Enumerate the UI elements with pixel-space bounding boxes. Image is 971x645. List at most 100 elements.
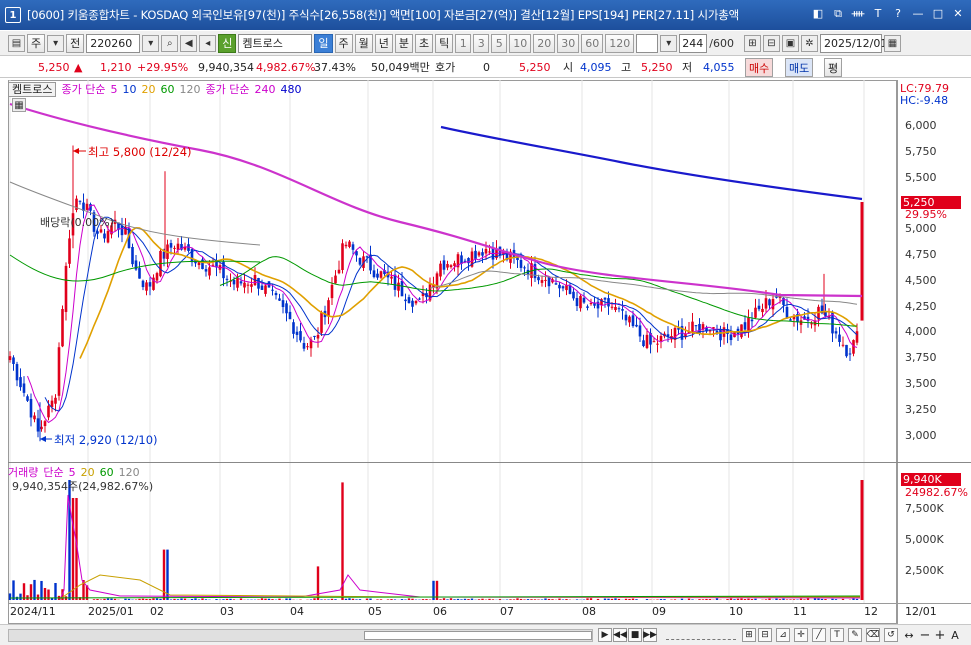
volume-bar xyxy=(481,598,484,600)
zoom-in-button[interactable]: + xyxy=(933,628,947,643)
candle-body xyxy=(624,314,628,321)
date-tick: 04 xyxy=(290,605,304,618)
volume-bar xyxy=(288,598,292,600)
candle-body xyxy=(785,307,789,318)
candle-body xyxy=(12,357,15,364)
zoom-out-button[interactable]: − xyxy=(918,628,932,643)
candle-body xyxy=(645,334,649,349)
volume-bar xyxy=(239,598,243,600)
candle-body xyxy=(22,383,26,393)
volume-bar xyxy=(635,599,638,600)
price-tick: 6,000 xyxy=(905,119,937,132)
volume-bar xyxy=(523,599,526,600)
candle-body xyxy=(348,241,351,247)
volume-bar xyxy=(278,598,281,600)
volume-last-pct: 24982.67% xyxy=(905,486,968,499)
jump-start-icon[interactable]: ◀◀ xyxy=(613,628,627,642)
reset-icon[interactable]: ↺ xyxy=(884,628,898,642)
zoom-fit-icon[interactable]: ⊞ xyxy=(742,628,756,642)
erase-tool-icon[interactable]: ⌫ xyxy=(866,628,880,642)
candle-body xyxy=(390,276,393,279)
volume-bar xyxy=(390,599,393,600)
volume-bar xyxy=(530,599,533,600)
volume-bar xyxy=(708,599,712,600)
candle-body xyxy=(85,203,89,210)
scroll-thumb[interactable] xyxy=(364,631,592,640)
volume-bar xyxy=(271,599,274,600)
volume-bar xyxy=(673,599,677,600)
jump-end-icon[interactable]: ▶▶ xyxy=(643,628,657,642)
candle-body xyxy=(246,284,250,286)
ruler-icon[interactable]: ⊿ xyxy=(776,628,790,642)
pane-separator[interactable] xyxy=(8,462,971,463)
volume-bar xyxy=(813,598,817,600)
volume-bar xyxy=(659,599,663,600)
candle-body xyxy=(8,356,12,361)
chart-type-button[interactable]: ↔ xyxy=(902,628,916,642)
text-tool-icon[interactable]: T xyxy=(830,628,844,642)
stop-icon[interactable]: ■ xyxy=(628,628,642,642)
volume-bar xyxy=(768,598,771,600)
line-tool-icon[interactable]: ╱ xyxy=(812,628,826,642)
candle-body xyxy=(810,323,813,325)
volume-bar xyxy=(166,549,169,600)
volume-bar xyxy=(225,598,229,600)
volume-bar xyxy=(110,598,113,600)
volume-bar xyxy=(148,599,152,600)
candle-body xyxy=(729,334,733,341)
volume-bar xyxy=(645,599,649,600)
candle-body xyxy=(768,299,771,306)
volume-bar xyxy=(516,598,519,600)
volume-bar xyxy=(204,599,208,600)
volume-bar xyxy=(778,599,782,600)
volume-bar xyxy=(729,598,733,600)
volume-bar xyxy=(509,599,512,600)
zoom-box-icon[interactable]: ⊟ xyxy=(758,628,772,642)
date-tick: 2024/11 xyxy=(10,605,56,618)
volume-bar xyxy=(799,598,803,600)
low-arrow-icon xyxy=(40,436,46,442)
volume-bar xyxy=(803,599,806,600)
volume-bar xyxy=(558,598,561,600)
volume-bar xyxy=(47,589,50,600)
volume-bar xyxy=(173,598,176,600)
price-tick: 3,250 xyxy=(905,402,937,416)
legend-stock-name[interactable]: 켐트로스 xyxy=(8,81,57,97)
candle-body xyxy=(834,331,838,334)
scroll-right-icon[interactable]: ▶ xyxy=(598,628,612,642)
candle-body xyxy=(540,280,544,283)
volume-bar xyxy=(386,599,390,600)
candle-body xyxy=(558,284,561,289)
auto-scale-button[interactable]: A xyxy=(948,628,962,642)
volume-bar xyxy=(806,598,810,600)
candle-body xyxy=(474,250,477,259)
horizontal-scrollbar[interactable] xyxy=(8,629,593,642)
volume-ma20-line xyxy=(59,574,860,600)
candle-body xyxy=(47,405,50,418)
volume-bar xyxy=(425,599,428,600)
volume-bar xyxy=(824,599,827,600)
volume-bar xyxy=(467,599,470,600)
volume-bar xyxy=(533,599,537,600)
volume-bar xyxy=(96,599,99,600)
crosshair-icon[interactable]: ✛ xyxy=(794,628,808,642)
candle-body xyxy=(750,319,754,322)
candle-body xyxy=(554,283,558,285)
zoom-track[interactable] xyxy=(666,630,736,640)
candle-body xyxy=(397,282,400,291)
candle-body xyxy=(78,200,82,202)
candle-body xyxy=(439,263,442,277)
candle-body xyxy=(19,377,22,388)
candle-body xyxy=(313,335,316,337)
candle-body xyxy=(754,307,757,318)
candle-body xyxy=(743,322,747,330)
price-tick: 4,250 xyxy=(905,299,937,313)
volume-legend-ma120: 120 xyxy=(118,465,140,479)
date-tick: 2025/01 xyxy=(88,605,134,618)
draw-tool-icon[interactable]: ✎ xyxy=(848,628,862,642)
grid-icon[interactable]: ▦ xyxy=(12,98,26,112)
volume-bar xyxy=(512,599,516,600)
candle-body xyxy=(719,329,722,341)
price-tick: 5,500 xyxy=(905,170,937,184)
candle-body xyxy=(841,344,845,346)
